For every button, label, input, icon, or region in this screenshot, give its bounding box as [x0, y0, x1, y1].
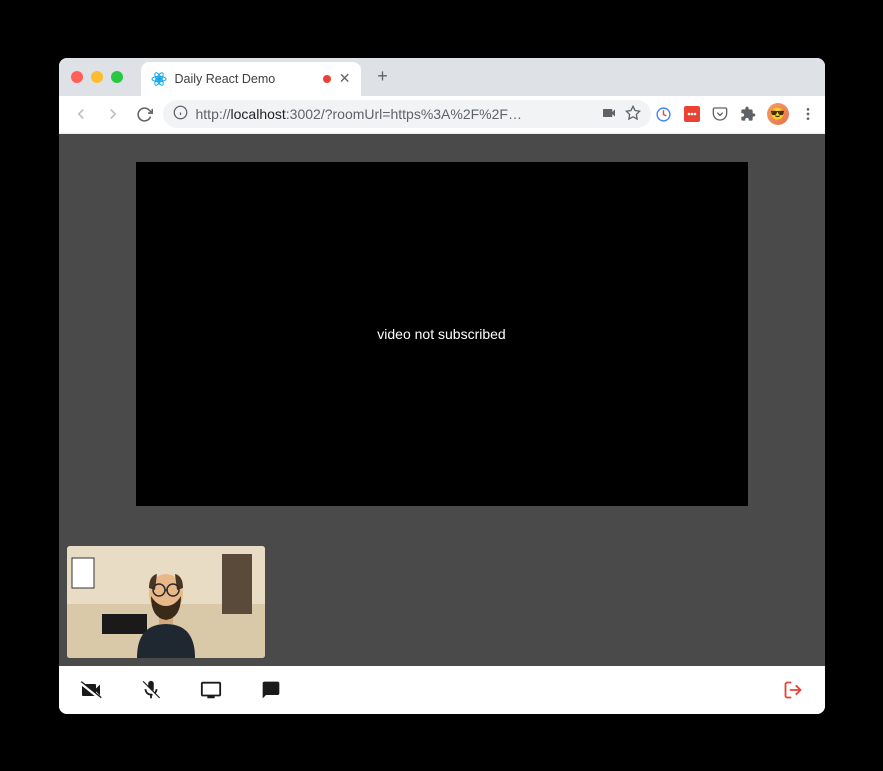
- tab-title: Daily React Demo: [175, 72, 315, 86]
- window-minimize-button[interactable]: [91, 71, 103, 83]
- profile-avatar[interactable]: 😎: [767, 103, 789, 125]
- recording-indicator-icon: [323, 75, 331, 83]
- chat-button[interactable]: [259, 678, 283, 702]
- mic-toggle-button[interactable]: [139, 678, 163, 702]
- extension-icon-1[interactable]: [655, 105, 673, 123]
- video-placeholder-text: video not subscribed: [377, 326, 505, 342]
- url-text: http://localhost:3002/?roomUrl=https%3A%…: [196, 106, 593, 122]
- url-protocol: http://: [196, 106, 231, 122]
- extension-icons: 😎: [655, 103, 817, 125]
- extensions-puzzle-icon[interactable]: [739, 105, 757, 123]
- reload-button[interactable]: [131, 100, 159, 128]
- remote-video-tile: video not subscribed: [136, 162, 748, 506]
- url-input[interactable]: http://localhost:3002/?roomUrl=https%3A%…: [163, 100, 651, 128]
- site-info-icon[interactable]: [173, 105, 188, 123]
- browser-window: Daily React Demo ✕ + http://localhost:30…: [59, 58, 825, 714]
- address-bar: http://localhost:3002/?roomUrl=https%3A%…: [59, 96, 825, 134]
- browser-tab[interactable]: Daily React Demo ✕: [141, 62, 361, 96]
- local-video-tile[interactable]: [67, 546, 265, 658]
- leave-button[interactable]: [781, 678, 805, 702]
- back-button[interactable]: [67, 100, 95, 128]
- screenshare-button[interactable]: [199, 678, 223, 702]
- camera-toggle-button[interactable]: [79, 678, 103, 702]
- forward-button[interactable]: [99, 100, 127, 128]
- url-path: :3002/?roomUrl=https%3A%2F%2F…: [286, 106, 522, 122]
- tab-close-button[interactable]: ✕: [339, 70, 351, 87]
- chrome-menu-button[interactable]: [799, 105, 817, 123]
- app-content: video not subscribed: [59, 134, 825, 666]
- window-close-button[interactable]: [71, 71, 83, 83]
- new-tab-button[interactable]: +: [369, 63, 397, 91]
- bookmark-star-icon[interactable]: [625, 105, 641, 124]
- pocket-icon[interactable]: [711, 105, 729, 123]
- camera-permission-icon[interactable]: [601, 105, 617, 124]
- call-toolbar: [59, 666, 825, 714]
- macos-window-controls: [71, 71, 123, 83]
- window-maximize-button[interactable]: [111, 71, 123, 83]
- tab-favicon: [151, 71, 167, 87]
- tab-bar: Daily React Demo ✕ +: [59, 58, 825, 96]
- url-host: localhost: [231, 106, 286, 122]
- extension-icon-2[interactable]: [683, 105, 701, 123]
